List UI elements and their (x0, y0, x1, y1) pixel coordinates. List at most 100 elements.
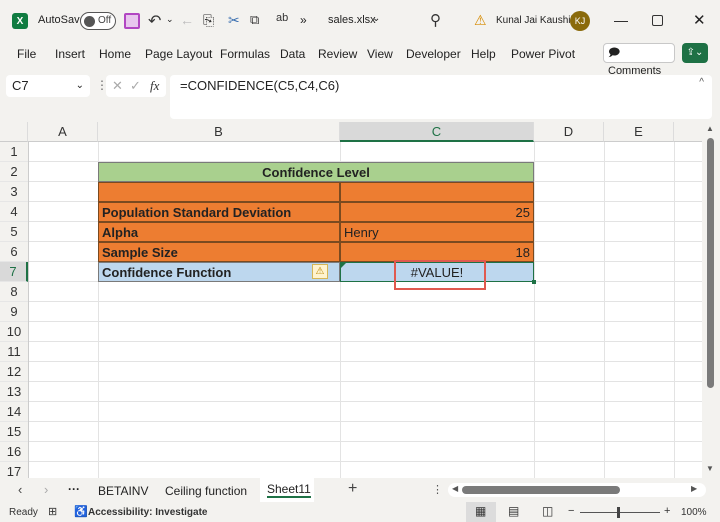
select-all-corner[interactable] (0, 122, 28, 142)
value-population-std-dev[interactable]: 25 (340, 202, 534, 222)
close-icon[interactable]: ✕ (693, 11, 706, 29)
label-population-std-dev[interactable]: Population Standard Deviation (98, 202, 340, 222)
share-button[interactable]: ⇪⌄ (682, 43, 708, 63)
more-sheets-icon[interactable]: ··· (68, 482, 80, 496)
avatar[interactable]: KJ (570, 11, 590, 31)
horizontal-scrollbar[interactable]: ◀ ▶ (448, 483, 706, 497)
vertical-scroll-thumb[interactable] (707, 138, 714, 388)
autosave-toggle[interactable]: Off (80, 12, 116, 30)
page-break-view-icon[interactable]: ◫ (542, 504, 553, 518)
col-header-d[interactable]: D (534, 122, 604, 142)
undo-dropdown-icon[interactable]: ⌄ (166, 14, 174, 25)
filename[interactable]: sales.xlsx (328, 14, 376, 26)
row-header-1[interactable]: 1 (0, 142, 28, 162)
scroll-down-icon[interactable]: ▼ (706, 464, 714, 473)
value-alpha[interactable]: Henry (340, 222, 534, 242)
accessibility-icon[interactable]: ♿ (74, 505, 88, 518)
row-header-5[interactable]: 5 (0, 222, 28, 242)
value-cell-c3[interactable] (340, 182, 534, 202)
row-header-13[interactable]: 13 (0, 382, 28, 402)
minimize-icon[interactable]: — (614, 12, 628, 28)
row-header-6[interactable]: 6 (0, 242, 28, 262)
row-header-15[interactable]: 15 (0, 422, 28, 442)
tab-view[interactable]: View (367, 47, 393, 61)
col-header-b[interactable]: B (98, 122, 340, 142)
worksheet-grid[interactable]: A B C D E 1 2 3 4 5 6 7 8 9 10 11 12 13 14 15 16 17 Conf… (0, 122, 702, 478)
save-icon[interactable] (124, 13, 140, 29)
name-box[interactable]: C7 ⌄ (6, 75, 90, 97)
chevron-down-icon[interactable]: ⌄ (76, 75, 84, 97)
tab-split-handle-icon[interactable]: ⋮ (432, 483, 443, 496)
row-header-11[interactable]: 11 (0, 342, 28, 362)
col-header-c[interactable]: C (340, 122, 534, 142)
row-header-3[interactable]: 3 (0, 182, 28, 202)
zoom-slider[interactable] (580, 512, 660, 513)
tab-insert[interactable]: Insert (55, 47, 85, 61)
normal-view-button[interactable]: ▦ (466, 502, 496, 522)
add-sheet-icon[interactable]: + (348, 480, 357, 498)
horizontal-scroll-thumb[interactable] (462, 486, 620, 494)
zoom-level[interactable]: 100% (681, 507, 707, 518)
filename-dropdown-icon[interactable]: ⌄ (372, 13, 380, 24)
label-alpha[interactable]: Alpha (98, 222, 340, 242)
tab-developer[interactable]: Developer (406, 47, 461, 61)
row-header-7[interactable]: 7 (0, 262, 28, 282)
table-title[interactable]: Confidence Level (98, 162, 534, 182)
cancel-icon[interactable]: ✕ (112, 75, 123, 97)
undo-icon[interactable]: ↶ (148, 11, 161, 31)
row-header-10[interactable]: 10 (0, 322, 28, 342)
page-layout-view-icon[interactable]: ▤ (508, 504, 519, 518)
vertical-scrollbar-track[interactable]: ▲ ▼ (703, 124, 718, 476)
row-header-14[interactable]: 14 (0, 402, 28, 422)
zoom-out-icon[interactable]: − (568, 505, 574, 517)
tab-data[interactable]: Data (280, 47, 305, 61)
scroll-up-icon[interactable]: ▲ (706, 124, 714, 133)
zoom-slider-thumb[interactable] (617, 507, 620, 518)
label-cell-b3[interactable] (98, 182, 340, 202)
tab-help[interactable]: Help (471, 47, 496, 61)
sheet-tab-ceiling-function[interactable]: Ceiling function (165, 484, 247, 498)
comments-button[interactable]: 🗩 Comments (603, 43, 675, 77)
col-header-f[interactable] (674, 122, 702, 142)
sheet-tab-sheet11[interactable]: Sheet11 (260, 478, 314, 502)
insert-function-icon[interactable]: fx (150, 75, 159, 97)
collapse-formula-bar-icon[interactable]: ^ (699, 77, 704, 88)
copy-icon[interactable]: ⎘ (203, 12, 214, 29)
sheet-tab-betainv[interactable]: BETAINV (98, 484, 148, 498)
tab-review[interactable]: Review (318, 47, 357, 61)
maximize-icon[interactable] (652, 15, 663, 26)
value-sample-size[interactable]: 18 (340, 242, 534, 262)
redo-icon[interactable]: ← (180, 12, 194, 28)
col-header-e[interactable]: E (604, 122, 674, 142)
scroll-right-icon[interactable]: ▶ (691, 484, 697, 493)
row-header-4[interactable]: 4 (0, 202, 28, 222)
formula-input[interactable]: =CONFIDENCE(C5,C4,C6) ^ (170, 75, 712, 119)
more-commands-icon[interactable]: » (300, 13, 307, 27)
spelling-icon[interactable]: ab (276, 12, 288, 24)
row-header-9[interactable]: 9 (0, 302, 28, 322)
tab-file[interactable]: File (17, 47, 36, 61)
col-header-a[interactable]: A (28, 122, 98, 142)
row-header-17[interactable]: 17 (0, 462, 28, 478)
fill-handle[interactable] (532, 280, 536, 284)
macro-recording-icon[interactable]: ⊞ (48, 505, 57, 518)
prev-sheet-icon[interactable]: ‹ (18, 482, 22, 497)
zoom-in-icon[interactable]: + (664, 505, 670, 517)
row-header-12[interactable]: 12 (0, 362, 28, 382)
tab-power-pivot[interactable]: Power Pivot (511, 47, 575, 61)
cut-icon[interactable]: ✂ (228, 12, 240, 29)
accessibility-status[interactable]: Accessibility: Investigate (88, 507, 208, 518)
format-painter-icon[interactable]: ⧉ (250, 12, 259, 28)
error-warning-icon[interactable]: ⚠ (312, 264, 328, 279)
enter-icon[interactable]: ✓ (130, 75, 141, 97)
label-sample-size[interactable]: Sample Size (98, 242, 340, 262)
row-header-2[interactable]: 2 (0, 162, 28, 182)
tab-home[interactable]: Home (99, 47, 131, 61)
next-sheet-icon[interactable]: › (44, 482, 48, 497)
search-icon[interactable]: ⚲ (430, 11, 441, 29)
row-header-8[interactable]: 8 (0, 282, 28, 302)
tab-page-layout[interactable]: Page Layout (145, 47, 212, 61)
scroll-left-icon[interactable]: ◀ (452, 484, 458, 493)
label-confidence-function[interactable]: Confidence Function (98, 262, 340, 282)
row-header-16[interactable]: 16 (0, 442, 28, 462)
